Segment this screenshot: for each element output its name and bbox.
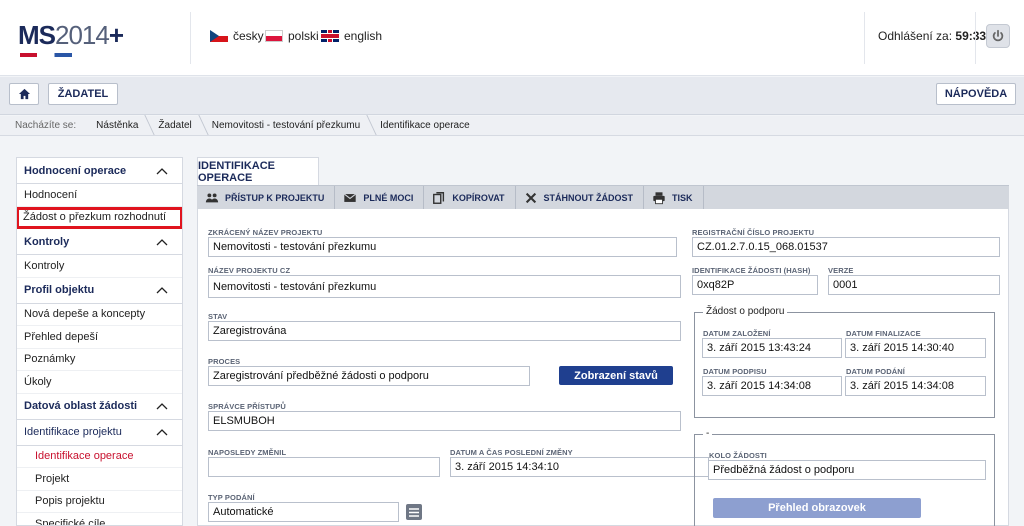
last-change-date-field[interactable]: 3. září 2015 14:34:10: [450, 457, 709, 477]
home-button[interactable]: [9, 83, 39, 105]
signed-date-field[interactable]: 3. září 2015 14:34:08: [702, 376, 842, 396]
submitted-date-field[interactable]: 3. září 2015 14:34:08: [845, 376, 986, 396]
submission-type-label: TYP PODÁNÍ: [208, 493, 255, 502]
submission-type-field[interactable]: Automatické: [208, 502, 399, 522]
sidebar-item-prehled-depesi[interactable]: Přehled depeší: [17, 326, 182, 349]
sidebar-item-popis-projektu[interactable]: Popis projektu: [17, 491, 182, 513]
lang-czech[interactable]: česky: [210, 29, 264, 43]
people-icon: [205, 193, 219, 203]
lang-english[interactable]: english: [321, 29, 382, 43]
app-logo[interactable]: MS2014+: [18, 20, 124, 51]
finalized-date-label: DATUM FINALIZACE: [846, 329, 921, 338]
show-states-button[interactable]: Zobrazení stavů: [559, 366, 673, 385]
printer-icon: [653, 192, 665, 205]
header-divider: [864, 12, 865, 64]
sidebar-section-profil-objektu[interactable]: Profil objektu: [17, 277, 182, 304]
finalized-date-field[interactable]: 3. září 2015 14:30:40: [845, 338, 986, 358]
copy-button[interactable]: KOPÍROVAT: [424, 186, 516, 210]
breadcrumb-item-current: Identifikace operace: [380, 120, 470, 131]
reg-number-field[interactable]: CZ.01.2.7.0.15_068.01537: [692, 237, 1000, 257]
sidebar: Hodnocení operace Hodnocení Žádost o pře…: [16, 157, 183, 526]
sidebar-item-hodnoceni[interactable]: Hodnocení: [17, 184, 182, 207]
sidebar-item-poznamky[interactable]: Poznámky: [17, 349, 182, 371]
signed-date-label: DATUM PODPISU: [703, 367, 767, 376]
sidebar-item-identifikace-operace[interactable]: Identifikace operace: [17, 446, 182, 468]
logo-stripe: [20, 53, 72, 57]
close-icon: [525, 192, 536, 204]
help-button[interactable]: NÁPOVĚDA: [936, 83, 1016, 105]
sidebar-item-kontroly[interactable]: Kontroly: [17, 255, 182, 278]
main-content: IDENTIFIKACE OPERACE PŘÍSTUP K PROJEKTU …: [197, 157, 1009, 526]
access-button[interactable]: PŘÍSTUP K PROJEKTU: [197, 186, 336, 210]
access-admin-field[interactable]: ELSMUBOH: [208, 411, 681, 431]
envelope-icon: [344, 193, 357, 202]
chevron-up-icon: [156, 287, 168, 294]
lang-polish[interactable]: polski: [265, 29, 319, 43]
last-changed-field[interactable]: [208, 457, 440, 477]
logout-button[interactable]: [986, 24, 1010, 48]
process-label: PROCES: [208, 357, 241, 366]
uk-flag-icon: [321, 30, 339, 42]
sidebar-item-nova-depese[interactable]: Nová depeše a koncepty: [17, 304, 182, 326]
copy-icon: [433, 192, 445, 204]
short-name-field[interactable]: Nemovitosti - testování přezkumu: [208, 237, 677, 257]
applicant-button[interactable]: ŽADATEL: [48, 83, 118, 105]
round-label: KOLO ŽÁDOSTI: [709, 451, 767, 460]
breadcrumb: Nacházíte se: Nástěnka Žadatel Nemovitos…: [0, 116, 1024, 136]
action-toolbar: PŘÍSTUP K PROJEKTU PLNÉ MOCI KOPÍROVAT S…: [197, 185, 1009, 210]
withdraw-button[interactable]: STÁHNOUT ŽÁDOST: [516, 186, 645, 210]
chevron-up-icon: [156, 429, 168, 436]
sidebar-section-hodnoceni-operace[interactable]: Hodnocení operace: [17, 158, 182, 184]
name-cz-label: NÁZEV PROJEKTU CZ: [208, 266, 291, 275]
breadcrumb-item[interactable]: Nástěnka: [90, 120, 152, 131]
submitted-date-label: DATUM PODÁNÍ: [846, 367, 905, 376]
sidebar-section-identifikace-projektu[interactable]: Identifikace projektu: [17, 419, 182, 446]
header-divider: [190, 12, 191, 64]
print-button[interactable]: TISK: [644, 186, 704, 210]
sidebar-item-ukoly[interactable]: Úkoly: [17, 371, 182, 394]
last-changed-label: NAPOSLEDY ZMĚNIL: [208, 448, 287, 457]
support-request-box: Žádost o podporu DATUM ZALOŽENÍ 3. září …: [694, 306, 995, 418]
home-icon: [18, 88, 30, 100]
access-admin-label: SPRÁVCE PŘÍSTUPŮ: [208, 402, 286, 411]
round-field[interactable]: Předběžná žádost o podporu: [708, 460, 986, 480]
form-panel: ZKRÁCENÝ NÁZEV PROJEKTU Nemovitosti - te…: [197, 209, 1009, 526]
sidebar-section-kontroly[interactable]: Kontroly: [17, 229, 182, 255]
chevron-up-icon: [156, 238, 168, 245]
nav-bar: ŽADATEL NÁPOVĚDA: [0, 77, 1024, 115]
power-icon: [992, 29, 1004, 42]
created-date-label: DATUM ZALOŽENÍ: [703, 329, 771, 338]
name-cz-field[interactable]: Nemovitosti - testování přezkumu: [208, 275, 681, 298]
chevron-up-icon: [156, 403, 168, 410]
polish-flag-icon: [265, 30, 283, 42]
chevron-up-icon: [156, 167, 168, 174]
sidebar-section-datova-oblast[interactable]: Datová oblast žádosti: [17, 393, 182, 420]
logout-countdown: Odhlášení za: 59:33: [878, 29, 987, 43]
short-name-label: ZKRÁCENÝ NÁZEV PROJEKTU: [208, 228, 323, 237]
top-header: MS2014+ česky polski english Odhlášení z…: [0, 0, 1024, 76]
screens-overview-button[interactable]: Přehled obrazovek: [713, 498, 921, 518]
sidebar-item-projekt[interactable]: Projekt: [17, 468, 182, 491]
breadcrumb-item[interactable]: Nemovitosti - testování přezkumu: [206, 120, 374, 131]
tab-identifikace-operace[interactable]: IDENTIFIKACE OPERACE: [197, 157, 319, 185]
header-divider: [975, 12, 976, 64]
sidebar-item-specificke-cile[interactable]: Specifické cíle: [17, 513, 182, 525]
czech-flag-icon: [210, 30, 228, 42]
process-field[interactable]: Zaregistrování předběžné žádosti o podpo…: [208, 366, 530, 386]
hash-label: IDENTIFIKACE ŽÁDOSTI (HASH): [692, 266, 811, 275]
breadcrumb-item[interactable]: Žadatel: [152, 120, 205, 131]
request-round-box: - KOLO ŽÁDOSTI Předběžná žádost o podpor…: [694, 428, 995, 526]
version-label: VERZE: [828, 266, 854, 275]
power-of-attorney-button[interactable]: PLNÉ MOCI: [335, 186, 425, 210]
created-date-field[interactable]: 3. září 2015 13:43:24: [702, 338, 842, 358]
state-field[interactable]: Zaregistrována: [208, 321, 681, 341]
hash-field[interactable]: 0xq82P: [692, 275, 818, 295]
version-field[interactable]: 0001: [828, 275, 1000, 295]
list-icon[interactable]: [406, 504, 422, 520]
sidebar-item-zadost-o-prezkum[interactable]: Žádost o přezkum rozhodnutí: [17, 206, 182, 229]
state-label: STAV: [208, 312, 228, 321]
last-change-date-label: DATUM A ČAS POSLEDNÍ ZMĚNY: [450, 448, 573, 457]
reg-number-label: REGISTRAČNÍ ČÍSLO PROJEKTU: [692, 228, 815, 237]
